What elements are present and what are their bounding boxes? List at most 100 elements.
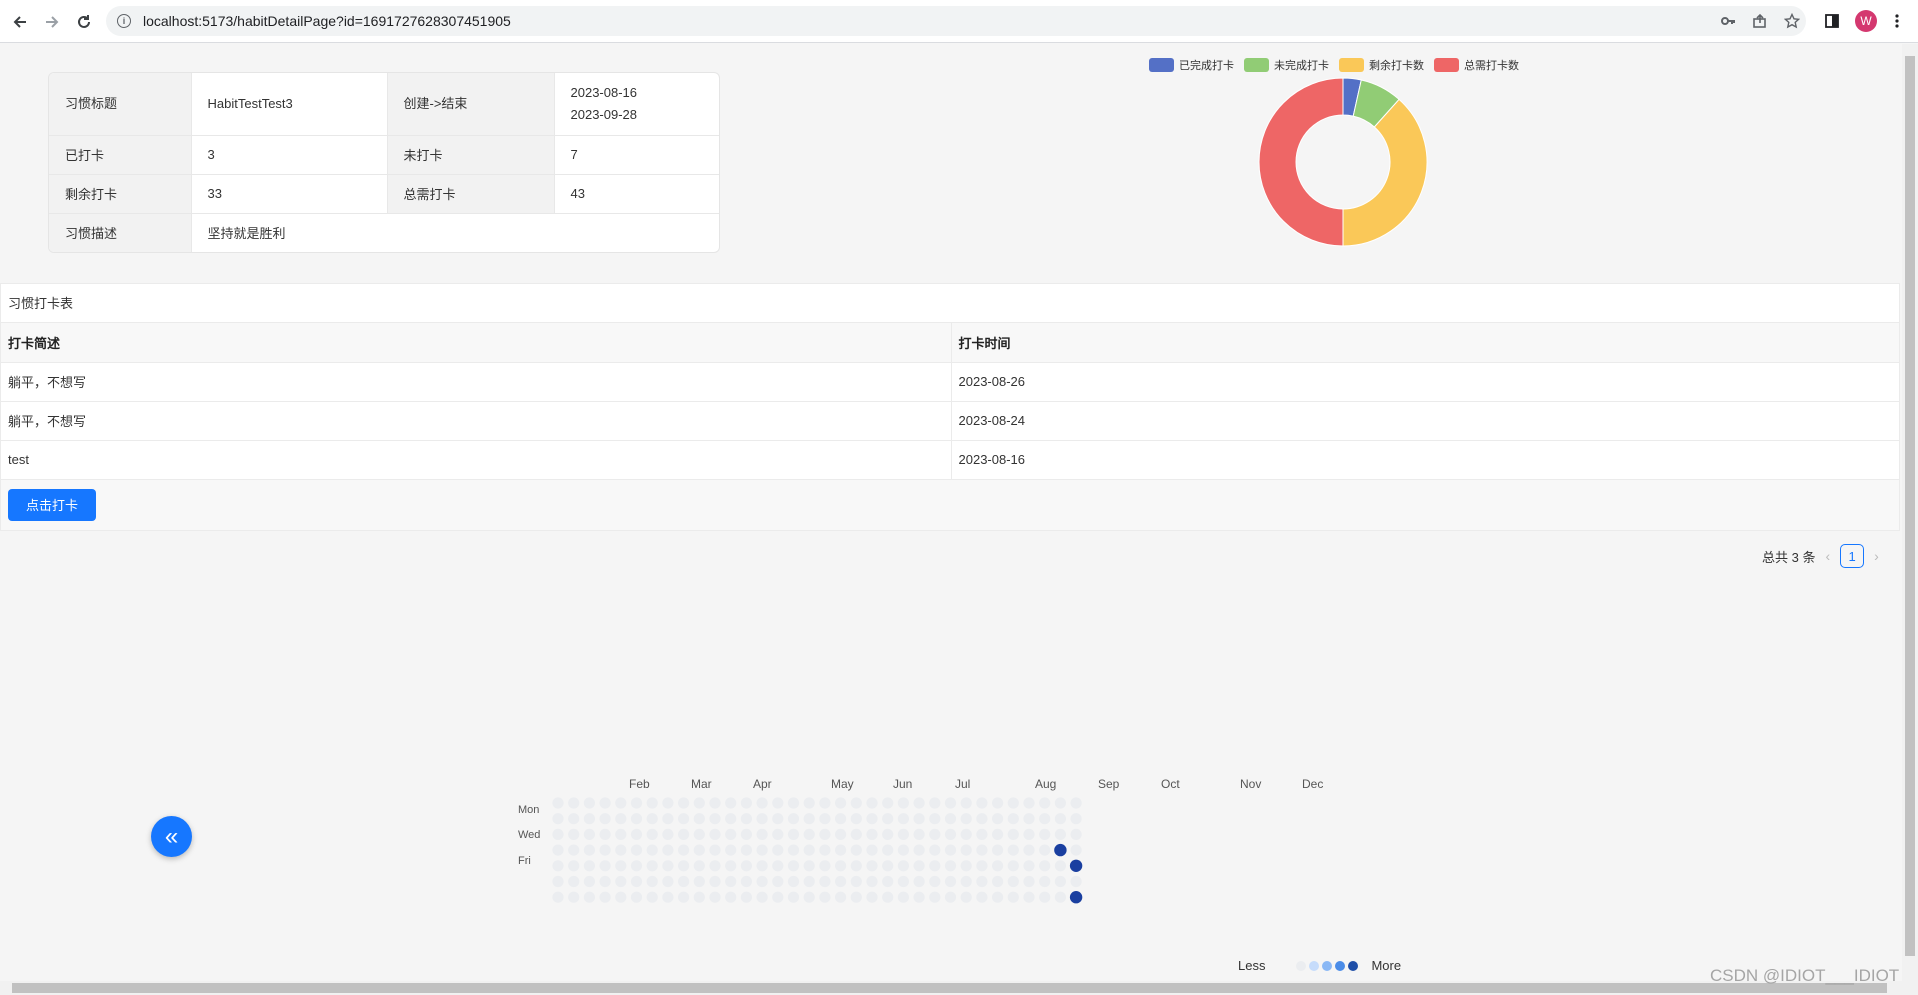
heatmap-cell[interactable] [552,891,564,903]
heatmap-cell[interactable] [1039,813,1051,825]
heatmap-cell[interactable] [772,875,784,888]
heatmap-cell[interactable] [992,813,1004,825]
heatmap-cell[interactable] [568,891,580,903]
heatmap-cell[interactable] [866,891,878,903]
heatmap-cell[interactable] [882,813,894,825]
heatmap-cell[interactable] [709,844,721,856]
heatmap-cell[interactable] [803,875,815,888]
heatmap-cell[interactable] [568,813,580,825]
heatmap-cell[interactable] [772,844,784,856]
heatmap-cell[interactable] [630,860,643,872]
heatmap-cell[interactable] [992,875,1004,888]
heatmap-cell[interactable] [897,860,909,872]
heatmap-cell[interactable] [693,797,705,809]
heatmap-cell[interactable] [803,813,815,825]
heatmap-cell[interactable] [615,860,627,872]
heatmap-cell[interactable] [568,797,580,809]
heatmap-cell[interactable] [835,844,847,856]
heatmap-cell[interactable] [787,860,800,872]
heatmap-cell[interactable] [913,891,925,903]
heatmap-cell[interactable] [1070,875,1082,888]
heatmap-cell[interactable] [552,797,564,809]
heatmap-cell[interactable] [615,844,627,856]
heatmap-cell[interactable] [929,813,941,825]
heatmap-cell[interactable] [929,875,941,888]
prev-page-icon[interactable]: ‹ [1825,548,1830,564]
heatmap-cell[interactable] [929,860,941,872]
heatmap-cell[interactable] [976,844,988,856]
heatmap-cell[interactable] [960,813,972,825]
heatmap-cell[interactable] [819,813,831,825]
heatmap-cell[interactable] [835,813,847,825]
heatmap-cell[interactable] [678,797,690,809]
heatmap-cell[interactable] [678,891,690,903]
heatmap-cell[interactable] [693,860,705,872]
heatmap-cell[interactable] [944,875,957,888]
heatmap-cell[interactable] [819,828,831,840]
heatmap-cell[interactable] [882,828,894,840]
heatmap-cell[interactable] [740,891,752,903]
heatmap-cell[interactable] [992,891,1004,903]
heatmap-cell[interactable] [913,828,925,840]
side-panel-icon[interactable] [1823,12,1841,30]
heatmap-cell[interactable] [568,860,580,872]
heatmap-cell[interactable] [819,891,831,903]
heatmap-cell[interactable] [819,875,831,888]
heatmap-cell[interactable] [850,828,862,840]
heatmap-cell[interactable] [866,797,878,809]
heatmap-cell-active[interactable] [1069,859,1083,872]
heatmap-cell[interactable] [740,875,752,888]
donut-slice[interactable] [1342,98,1428,247]
heatmap-cell[interactable] [552,860,564,872]
heatmap-cell[interactable] [1039,860,1051,872]
heatmap-cell[interactable] [583,828,595,840]
heatmap-cell[interactable] [1023,891,1035,903]
heatmap-cell[interactable] [599,813,611,825]
heatmap-cell[interactable] [772,828,784,840]
heatmap-cell[interactable] [1007,891,1019,903]
heatmap-cell[interactable] [615,828,627,840]
heatmap-cell[interactable] [693,828,705,840]
heatmap-cell[interactable] [646,891,658,903]
donut-slice[interactable] [1258,77,1344,247]
heatmap-cell[interactable] [866,860,878,872]
heatmap-cell[interactable] [583,875,595,888]
reload-icon[interactable] [72,10,96,34]
heatmap-cell[interactable] [662,797,674,809]
heatmap-cell[interactable] [1023,860,1035,872]
heatmap-cell[interactable] [1007,828,1019,840]
heatmap-cell[interactable] [882,844,894,856]
heatmap-cell[interactable] [929,797,941,809]
heatmap-cell[interactable] [1039,875,1051,888]
heatmap-cell[interactable] [976,891,988,903]
heatmap-cell[interactable] [630,813,643,825]
heatmap-cell[interactable] [1054,828,1066,840]
heatmap-cell[interactable] [1007,797,1019,809]
key-icon[interactable] [1719,12,1737,30]
heatmap-cell[interactable] [803,828,815,840]
heatmap-cell[interactable] [725,844,737,856]
heatmap-cell[interactable] [662,844,674,856]
legend-item[interactable]: 未完成打卡 [1244,57,1329,73]
heatmap-cell[interactable] [897,891,909,903]
heatmap-cell[interactable] [772,813,784,825]
horizontal-scrollbar[interactable] [0,981,1918,995]
heatmap-cell[interactable] [740,813,752,825]
address-bar[interactable]: i localhost:5173/habitDetailPage?id=1691… [106,6,1806,36]
heatmap-cell[interactable] [835,891,847,903]
heatmap-cell[interactable] [599,828,611,840]
heatmap-cell[interactable] [976,860,988,872]
heatmap-cell[interactable] [662,828,674,840]
heatmap-cell[interactable] [819,844,831,856]
heatmap-cell[interactable] [944,844,957,856]
heatmap-cell[interactable] [944,797,957,809]
heatmap-cell[interactable] [897,844,909,856]
heatmap-cell[interactable] [568,875,580,888]
heatmap-cell[interactable] [630,828,643,840]
heatmap-cell-active[interactable] [1054,843,1067,857]
heatmap-cell[interactable] [913,860,925,872]
heatmap-cell[interactable] [944,891,957,903]
heatmap-cell[interactable] [850,844,862,856]
profile-avatar[interactable]: W [1855,10,1877,32]
heatmap-cell[interactable] [740,797,752,809]
